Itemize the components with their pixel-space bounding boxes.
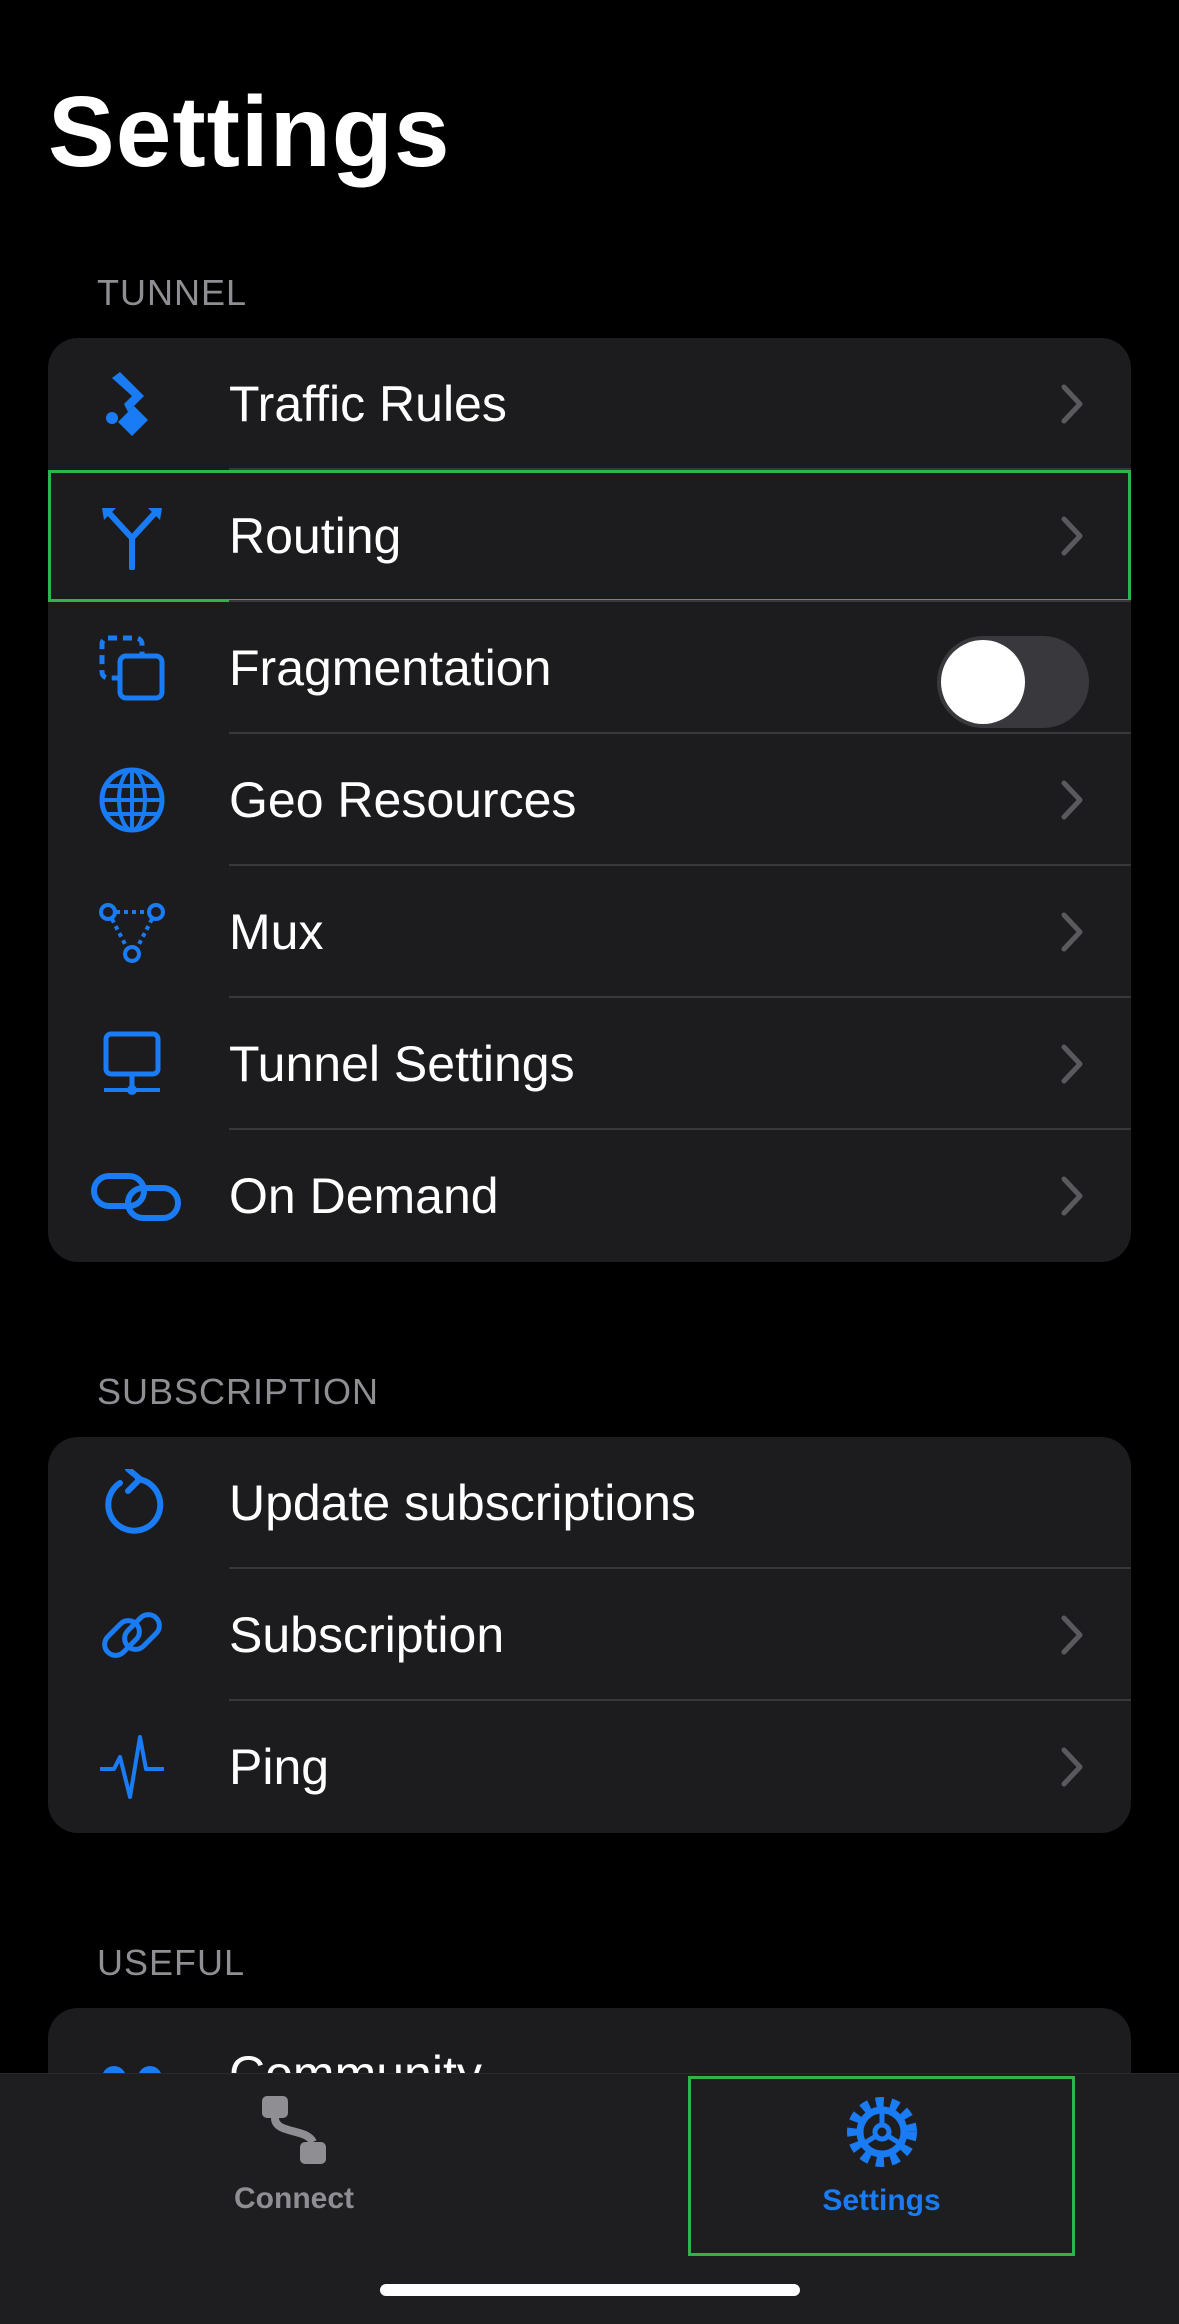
row-label: Tunnel Settings — [229, 1036, 575, 1092]
row-label: Routing — [229, 508, 402, 564]
row-on-demand[interactable]: On Demand — [48, 1130, 1131, 1262]
chevron-right-icon — [1061, 1615, 1083, 1655]
chevron-right-icon — [1061, 1044, 1083, 1084]
link-icon — [90, 1162, 182, 1230]
routing-icon — [98, 502, 166, 570]
gear-icon — [846, 2097, 917, 2167]
row-fragmentation: Fragmentation — [48, 602, 1131, 734]
page-title: Settings — [48, 76, 451, 188]
tab-connect[interactable]: Connect — [194, 2074, 394, 2254]
row-routing[interactable]: Routing — [48, 470, 1131, 602]
mux-icon — [98, 898, 166, 966]
waveform-icon — [98, 1733, 166, 1801]
tab-label: Connect — [234, 2182, 354, 2215]
chevron-right-icon — [1061, 1176, 1083, 1216]
row-subscription[interactable]: Subscription — [48, 1569, 1131, 1701]
row-update-subscriptions[interactable]: Update subscriptions — [48, 1437, 1131, 1569]
tab-settings[interactable]: Settings — [688, 2076, 1075, 2256]
row-label: Ping — [229, 1739, 330, 1795]
traffic-rules-icon — [98, 370, 166, 438]
tab-label: Settings — [822, 2184, 941, 2217]
row-label: Geo Resources — [229, 772, 577, 828]
row-traffic-rules[interactable]: Traffic Rules — [48, 338, 1131, 470]
section-header-subscription: SUBSCRIPTION — [97, 1371, 380, 1412]
row-label: Update subscriptions — [229, 1475, 696, 1531]
row-tunnel-settings[interactable]: Tunnel Settings — [48, 998, 1131, 1130]
chevron-right-icon — [1061, 780, 1083, 820]
row-ping[interactable]: Ping — [48, 1701, 1131, 1833]
row-label: Fragmentation — [229, 640, 552, 696]
refresh-icon — [98, 1469, 166, 1537]
chevron-right-icon — [1061, 912, 1083, 952]
chain-link-icon — [98, 1601, 166, 1669]
row-mux[interactable]: Mux — [48, 866, 1131, 998]
section-header-useful: USEFUL — [97, 1942, 246, 1983]
home-indicator — [380, 2284, 800, 2296]
row-label: Subscription — [229, 1607, 505, 1663]
chevron-right-icon — [1061, 384, 1083, 424]
row-label: On Demand — [229, 1168, 499, 1224]
row-geo-resources[interactable]: Geo Resources — [48, 734, 1131, 866]
tunnel-group: Traffic Rules Routing Fragmentation Geo … — [48, 338, 1131, 1262]
section-header-tunnel: TUNNEL — [97, 272, 248, 313]
globe-icon — [98, 766, 166, 834]
fragmentation-icon — [98, 634, 166, 702]
chevron-right-icon — [1061, 1747, 1083, 1787]
toggle-knob — [941, 640, 1025, 724]
subscription-group: Update subscriptions Subscription Ping — [48, 1437, 1131, 1833]
connect-icon — [262, 2096, 326, 2164]
row-label: Mux — [229, 904, 324, 960]
desktop-icon — [98, 1030, 166, 1098]
chevron-right-icon — [1061, 516, 1083, 556]
row-label: Traffic Rules — [229, 376, 507, 432]
fragmentation-toggle[interactable] — [937, 636, 1089, 728]
